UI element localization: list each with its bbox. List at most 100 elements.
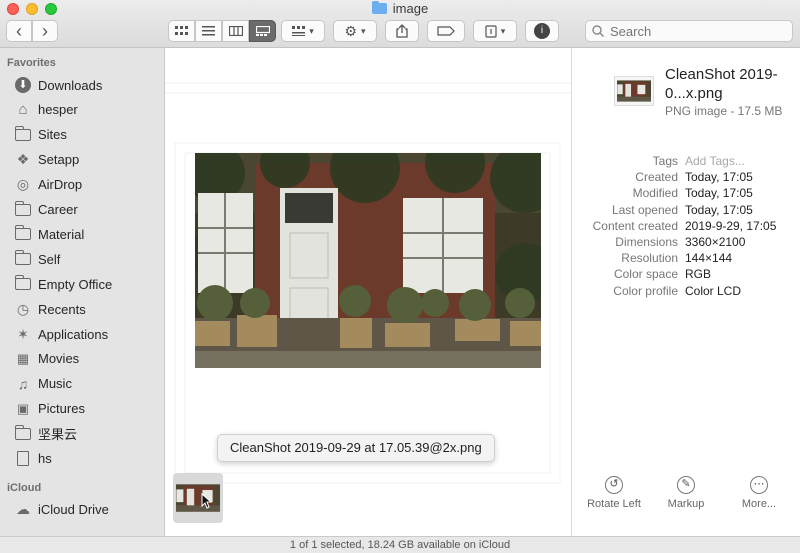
metadata-key: Resolution — [621, 251, 678, 266]
list-view-icon — [202, 26, 215, 36]
sidebar-item-applications[interactable]: ✶ Applications — [0, 322, 164, 346]
sidebar-item-label: Applications — [38, 326, 109, 342]
window-toolbar: image ‹ › ▾ ⚙ ▾ ▾ i — [0, 0, 800, 48]
airdrop-icon: ◎ — [16, 176, 30, 193]
back-button[interactable]: ‹ — [6, 20, 32, 42]
metadata-row: Created Today, 17:05 — [572, 170, 800, 186]
favorites-section-title: Favorites — [7, 57, 56, 69]
sidebar-item-airdrop[interactable]: ◎ AirDrop — [0, 173, 164, 197]
metadata-value: Today, 17:05 — [685, 202, 753, 217]
file-kind: PNG image - 17.5 MB — [665, 104, 783, 118]
list-view-button[interactable] — [195, 20, 222, 42]
sidebar-item-movies[interactable]: ▦ Movies — [0, 347, 164, 371]
more-icon: ⋯ — [750, 476, 768, 494]
sidebar-item-setapp[interactable]: ❖ Setapp — [0, 148, 164, 172]
folder-icon — [14, 225, 32, 242]
thumbnail-item[interactable] — [173, 473, 223, 523]
sidebar-item-label: AirDrop — [38, 177, 83, 193]
info-icon: i — [534, 23, 550, 39]
chevron-down-icon: ▾ — [361, 25, 366, 36]
metadata-value: 144×144 — [685, 251, 733, 266]
sidebar-item-folder[interactable]: Material — [0, 222, 164, 246]
metadata-value[interactable]: Add Tags... — [685, 154, 745, 168]
filename-tooltip: CleanShot 2019-09-29 at 17.05.39@2x.png — [217, 434, 495, 462]
forward-button[interactable]: › — [32, 20, 58, 42]
get-info-button[interactable]: i — [525, 20, 559, 42]
tags-button[interactable] — [427, 20, 465, 42]
icon-view-button[interactable] — [168, 20, 195, 42]
metadata-key: Dimensions — [615, 235, 678, 249]
sidebar-item-label: iCloud Drive — [38, 501, 109, 517]
dropbox-button[interactable]: ▾ — [473, 20, 517, 42]
rotate-left-button[interactable]: ↺ Rotate Left — [579, 476, 649, 510]
quick-action-label: Markup — [667, 498, 705, 510]
metadata-value: 3360×2100 — [685, 235, 746, 249]
folder-icon — [14, 250, 32, 267]
sidebar-item-music[interactable]: ♫ Music — [0, 372, 164, 396]
sidebar-item-folder[interactable]: Empty Office — [0, 272, 164, 296]
group-by-button[interactable]: ▾ — [281, 20, 325, 42]
sidebar-item-label: Pictures — [38, 401, 85, 417]
thumbnail-image — [176, 484, 220, 512]
search-field[interactable] — [585, 20, 793, 42]
markup-button[interactable]: ✎ Markup — [651, 476, 721, 510]
icon-view-icon — [175, 26, 188, 35]
quick-action-label: More... — [741, 498, 777, 510]
gallery-view: CleanShot 2019-09-29 at 17.05.39@2x.png — [165, 48, 571, 536]
sidebar-item-home[interactable]: ⌂ hesper — [0, 98, 164, 122]
status-bar: 1 of 1 selected, 18.24 GB available on i… — [0, 536, 800, 553]
sidebar-item-recents[interactable]: ◷ Recents — [0, 297, 164, 321]
image-preview[interactable] — [195, 153, 541, 368]
music-icon: ♫ — [17, 375, 29, 392]
metadata-key: Tags — [652, 154, 678, 168]
chevron-down-icon: ▾ — [309, 25, 314, 36]
search-input[interactable] — [610, 23, 780, 39]
icloud-section-title: iCloud — [7, 482, 42, 494]
house-photo — [195, 153, 541, 368]
quick-action-label: Rotate Left — [587, 498, 641, 510]
folder-icon — [14, 275, 32, 292]
metadata-key: Created — [635, 170, 678, 185]
sidebar-item-pictures[interactable]: ▣ Pictures — [0, 397, 164, 421]
sidebar-item-label: Self — [38, 251, 61, 267]
tag-icon — [437, 26, 455, 36]
sidebar-item-label: Downloads — [38, 77, 103, 93]
gallery-view-button[interactable] — [249, 20, 276, 42]
preview-inspector: CleanShot 2019-0...x.png PNG image - 17.… — [571, 48, 800, 536]
sidebar-item-downloads[interactable]: ⬇ Downloads — [0, 73, 164, 97]
sidebar-item-label: hs — [38, 451, 52, 466]
sidebar-item-folder[interactable]: Career — [0, 198, 164, 222]
column-view-button[interactable] — [222, 20, 249, 42]
downloads-icon: ⬇ — [14, 77, 32, 93]
metadata-value: 2019-9-29, 17:05 — [685, 218, 777, 233]
movies-icon: ▦ — [16, 350, 30, 366]
metadata-row: Content created 2019-9-29, 17:05 — [572, 219, 800, 235]
sidebar: Favorites ⬇ Downloads ⌂ hesper Sites ❖ Setapp ◎… — [0, 48, 165, 536]
folder-icon — [14, 200, 32, 218]
metadata-row: Last opened Today, 17:05 — [572, 203, 800, 219]
sidebar-item-icloud-drive[interactable]: ☁ iCloud Drive — [0, 497, 164, 521]
metadata-key: Last opened — [611, 202, 678, 217]
sidebar-item-folder[interactable]: 坚果云 — [0, 422, 164, 446]
sidebar-item-folder[interactable]: Sites — [0, 123, 164, 147]
applications-icon: ✶ — [17, 325, 29, 342]
chevron-down-icon: ▾ — [500, 25, 506, 36]
more-button[interactable]: ⋯ More... — [724, 476, 794, 510]
thumbnail-strip — [165, 458, 571, 536]
gallery-view-icon — [255, 26, 270, 36]
sidebar-item-label: Career — [38, 202, 78, 217]
sidebar-item-label: Movies — [38, 351, 80, 367]
pictures-icon: ▣ — [16, 400, 30, 416]
metadata-value: RGB — [685, 267, 712, 282]
recents-icon: ◷ — [16, 300, 30, 317]
file-name: CleanShot 2019-0...x.png — [665, 66, 778, 102]
sidebar-item-label: Sites — [38, 127, 67, 143]
share-button[interactable] — [385, 20, 419, 42]
metadata-key: Content created — [592, 218, 678, 233]
metadata-row: Dimensions 3360×2100 — [572, 235, 800, 251]
action-menu-button[interactable]: ⚙ ▾ — [333, 20, 377, 42]
sidebar-item-folder[interactable]: Self — [0, 247, 164, 271]
dropbox-icon — [485, 24, 497, 38]
sidebar-item-file[interactable]: hs — [0, 447, 164, 471]
setapp-icon: ❖ — [16, 151, 30, 168]
